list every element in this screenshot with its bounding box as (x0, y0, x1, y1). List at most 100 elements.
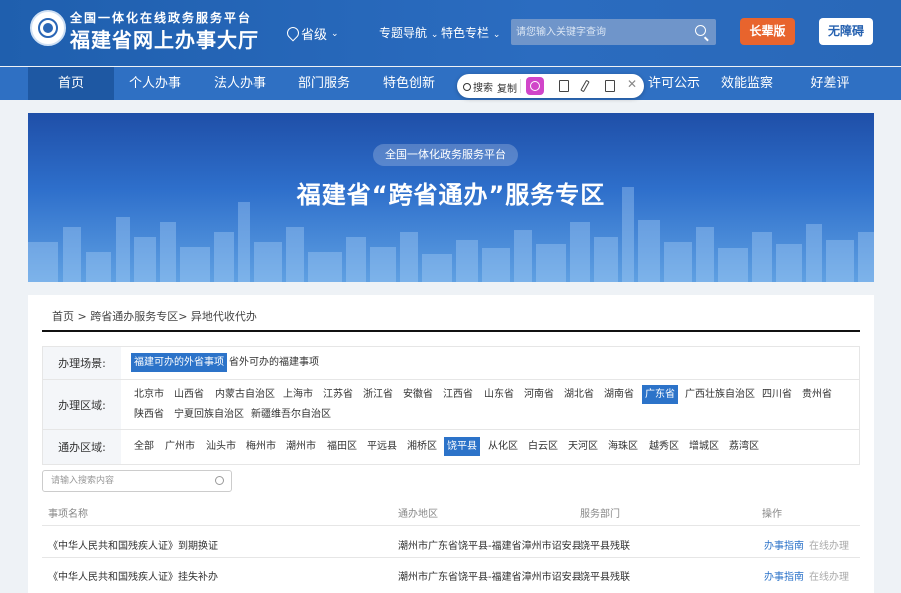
list-search-input[interactable] (43, 471, 208, 491)
tong-option[interactable]: 越秀区 (646, 437, 682, 456)
site-header: 全国一体化在线政务服务平台 福建省网上办事大厅 省级 ⌄ 专题导航 ⌄ 特色专栏… (0, 0, 901, 66)
logo-title[interactable]: 福建省网上办事大厅 (70, 24, 259, 53)
tong-option[interactable]: 平远县 (364, 437, 400, 456)
area-option[interactable]: 上海市 (280, 385, 316, 404)
area-option[interactable]: 湖北省 (561, 385, 597, 404)
toolbar-search[interactable]: 搜索 (463, 79, 493, 94)
breadcrumb-divider (42, 330, 860, 332)
area-option[interactable]: 陕西省 (131, 405, 167, 424)
tong-option[interactable]: 潮州市 (283, 437, 319, 456)
nav-home[interactable]: 首页 (28, 67, 114, 100)
item-region: 潮州市广东省饶平县-福建省漳州市诏安县 (398, 541, 582, 552)
scene-option[interactable]: 福建可办的外省事项 (131, 353, 227, 372)
area-option[interactable]: 湖南省 (601, 385, 637, 404)
breadcrumb[interactable]: 首页 > 跨省通办服务专区> 异地代收代办 (52, 308, 257, 324)
online-handle-link[interactable]: 在线办理 (809, 568, 849, 583)
col-header-dept: 服务部门 (580, 509, 620, 520)
content-card: 首页 > 跨省通办服务专区> 异地代收代办 办理场景: 福建可办的外省事项 省外… (28, 295, 874, 593)
area-option[interactable]: 江苏省 (320, 385, 356, 404)
tong-option[interactable]: 白云区 (525, 437, 561, 456)
area-option[interactable]: 四川省 (759, 385, 795, 404)
tong-option[interactable]: 饶平县 (444, 437, 480, 456)
bookmark-icon[interactable] (559, 80, 569, 92)
item-name[interactable]: 《中华人民共和国残疾人证》挂失补办 (48, 568, 218, 583)
tong-option[interactable]: 从化区 (485, 437, 521, 456)
toolbar-copy[interactable]: 复制 (497, 80, 517, 95)
item-dept: 饶平县残联 (580, 541, 630, 552)
special-column-menu[interactable]: 特色专栏 ⌄ (441, 24, 500, 41)
guide-link[interactable]: 办事指南 (764, 537, 804, 552)
guide-link[interactable]: 办事指南 (764, 568, 804, 583)
chevron-down-icon: ⌄ (331, 28, 339, 39)
list-search (42, 470, 232, 492)
header-search-input[interactable] (511, 19, 689, 45)
toolbar-divider (520, 79, 521, 93)
search-icon[interactable] (695, 25, 706, 36)
scene-option[interactable]: 省外可办的福建事项 (226, 353, 322, 372)
tong-option[interactable]: 海珠区 (605, 437, 641, 456)
item-name[interactable]: 《中华人民共和国残疾人证》到期换证 (48, 537, 218, 552)
search-icon[interactable] (215, 476, 224, 485)
hero-banner: 全国一体化政务服务平台 福建省“跨省通办”服务专区 (28, 113, 874, 282)
area-option[interactable]: 宁夏回族自治区 (171, 405, 247, 424)
tong-option[interactable]: 福田区 (324, 437, 360, 456)
col-header-name: 事项名称 (48, 509, 88, 520)
filter-row-tong: 通办区域: 全部 广州市 汕头市 梅州市 潮州市 福田区 平远县 湘桥区 饶平县… (43, 430, 859, 464)
logo-emblem-icon[interactable] (30, 10, 66, 46)
nav-review[interactable]: 好差评 (790, 67, 870, 100)
region-selector[interactable]: 省级 ⌄ (287, 24, 339, 43)
elder-mode-button[interactable]: 长辈版 (740, 18, 795, 45)
banner-title: 福建省“跨省通办”服务专区 (296, 181, 606, 209)
area-option[interactable]: 北京市 (131, 385, 167, 404)
selection-toolbar: 搜索 复制 ✕ (457, 74, 644, 98)
area-option[interactable]: 广东省 (642, 385, 678, 404)
accessibility-button[interactable]: 无障碍 (819, 18, 873, 45)
table-divider (42, 525, 860, 526)
area-option[interactable]: 浙江省 (360, 385, 396, 404)
area-option[interactable]: 安徽省 (400, 385, 436, 404)
filter-row-area: 办理区域: 北京市 山西省 内蒙古自治区 上海市 江苏省 浙江省 安徽省 江西省… (43, 380, 859, 430)
area-option[interactable]: 江西省 (440, 385, 476, 404)
nav-departments[interactable]: 部门服务 (284, 67, 364, 100)
note-icon[interactable] (605, 80, 615, 92)
nav-innovation[interactable]: 特色创新 (369, 67, 449, 100)
area-option[interactable]: 新疆维吾尔自治区 (248, 405, 334, 424)
table-divider (42, 557, 860, 558)
nav-supervision[interactable]: 效能监察 (707, 67, 787, 100)
tong-option[interactable]: 广州市 (162, 437, 198, 456)
location-pin-icon (287, 27, 297, 40)
main-navbar: 首页 个人办事 法人办事 部门服务 特色创新 许可公示 效能监察 好差评 (0, 67, 901, 100)
ai-assistant-icon[interactable] (526, 77, 544, 95)
tong-option[interactable]: 荔湾区 (726, 437, 762, 456)
filter-label: 办理场景: (43, 347, 121, 379)
tong-option[interactable]: 汕头市 (203, 437, 239, 456)
area-option[interactable]: 广西壮族自治区 (682, 385, 758, 404)
nav-personal[interactable]: 个人办事 (115, 67, 195, 100)
tong-option[interactable]: 全部 (131, 437, 157, 456)
area-option[interactable]: 内蒙古自治区 (212, 385, 278, 404)
col-header-region: 通办地区 (398, 509, 438, 520)
item-region: 潮州市广东省饶平县-福建省漳州市诏安县 (398, 572, 582, 583)
tong-option[interactable]: 湘桥区 (404, 437, 440, 456)
area-option[interactable]: 山东省 (481, 385, 517, 404)
close-icon[interactable]: ✕ (627, 77, 637, 91)
search-icon (463, 82, 471, 91)
col-header-action: 操作 (762, 509, 782, 520)
item-dept: 饶平县残联 (580, 572, 630, 583)
pen-icon[interactable] (580, 79, 590, 93)
online-handle-link[interactable]: 在线办理 (809, 537, 849, 552)
filter-label: 办理区域: (43, 380, 121, 429)
chevron-down-icon: ⌄ (492, 30, 501, 40)
filter-row-scene: 办理场景: 福建可办的外省事项 省外可办的福建事项 (43, 347, 859, 380)
filter-label: 通办区域: (43, 430, 121, 464)
area-option[interactable]: 山西省 (171, 385, 207, 404)
area-option[interactable]: 河南省 (521, 385, 557, 404)
banner-platform-pill: 全国一体化政务服务平台 (373, 144, 518, 166)
tong-option[interactable]: 梅州市 (243, 437, 279, 456)
tong-option[interactable]: 增城区 (686, 437, 722, 456)
filter-panel: 办理场景: 福建可办的外省事项 省外可办的福建事项 办理区域: 北京市 山西省 … (42, 346, 860, 465)
nav-legal[interactable]: 法人办事 (200, 67, 280, 100)
area-option[interactable]: 贵州省 (799, 385, 835, 404)
tong-option[interactable]: 天河区 (565, 437, 601, 456)
topic-nav-menu[interactable]: 专题导航 ⌄ (379, 24, 438, 41)
